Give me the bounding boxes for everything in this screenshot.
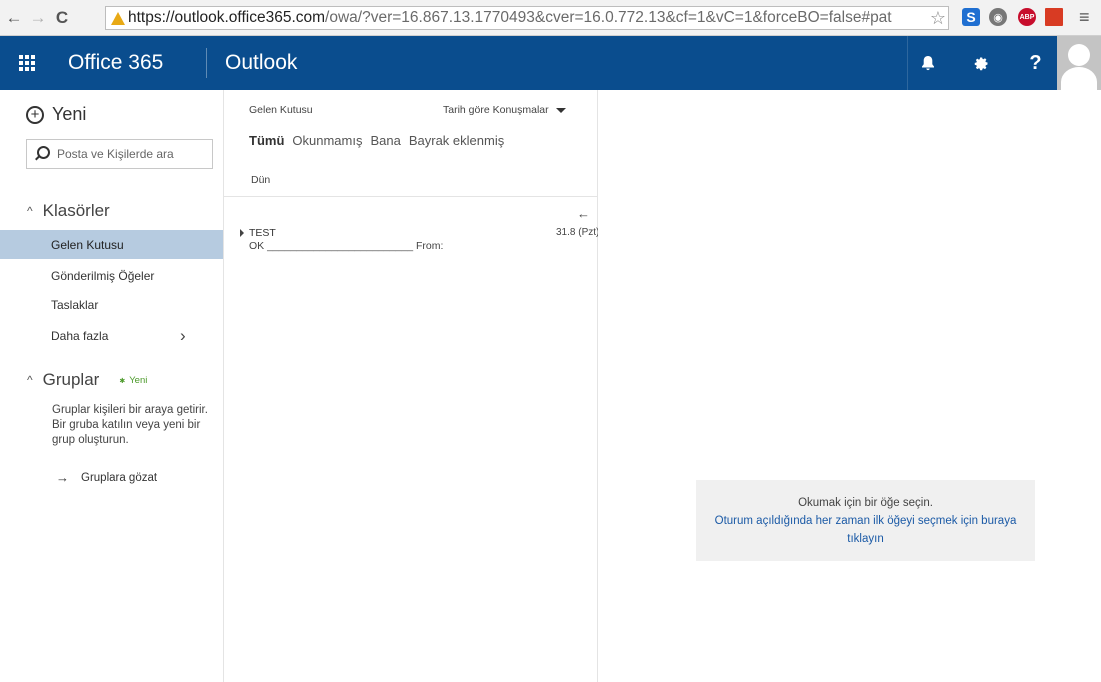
message-date: 31.8 (Pzt) xyxy=(556,227,600,238)
folders-title: Klasörler xyxy=(42,201,110,220)
app-name[interactable]: Outlook xyxy=(207,51,297,75)
extension-globe-icon[interactable]: ◉ xyxy=(989,8,1007,26)
arrow-right-icon: → xyxy=(56,470,69,485)
folders-section-header[interactable]: ^ Klasörler xyxy=(27,201,110,221)
message-subject-text: TEST xyxy=(249,227,276,239)
search-input[interactable]: Posta ve Kişilerde ara xyxy=(26,139,213,169)
warning-icon xyxy=(111,11,125,25)
message-list-pane xyxy=(224,90,598,682)
groups-description: Gruplar kişileri bir araya getirir. Bir … xyxy=(52,404,208,446)
empty-state-text: Okumak için bir öğe seçin. xyxy=(798,497,933,509)
arrow-left-icon[interactable]: ← xyxy=(577,206,590,221)
filter-tabs: Tümü Okunmamış Bana Bayrak eklenmiş xyxy=(249,133,504,148)
filter-all[interactable]: Tümü xyxy=(249,133,284,148)
gear-icon[interactable] xyxy=(962,36,1001,90)
message-subject[interactable]: TEST xyxy=(240,227,276,239)
chevron-up-icon: ^ xyxy=(27,204,33,218)
folder-more-label: Daha fazla xyxy=(51,328,109,343)
message-list-title: Gelen Kutusu xyxy=(249,104,313,116)
reading-pane-empty-state: Okumak için bir öğe seçin. Oturum açıldı… xyxy=(696,480,1035,561)
back-icon[interactable]: ← xyxy=(4,6,24,30)
reading-pane xyxy=(598,90,1101,682)
office-365-brand[interactable]: Office 365 xyxy=(54,51,206,75)
groups-section-header[interactable]: ^ Gruplar Yeni xyxy=(27,370,147,390)
bell-icon[interactable] xyxy=(908,36,947,90)
url-path: /owa/?ver=16.867.13.1770493&cver=16.0.77… xyxy=(325,9,892,26)
filter-unread[interactable]: Okunmamış xyxy=(292,133,362,148)
folder-drafts[interactable]: Taslaklar xyxy=(0,290,223,319)
select-first-item-link[interactable]: Oturum açıldığında her zaman ilk öğeyi s… xyxy=(696,512,1035,548)
plus-circle-icon: + xyxy=(26,105,44,124)
new-message-button[interactable]: + Yeni xyxy=(26,104,86,125)
chevron-up-icon: ^ xyxy=(27,373,33,387)
folder-sent-items[interactable]: Gönderilmiş Öğeler xyxy=(0,261,223,290)
list-divider xyxy=(224,196,597,197)
app-launcher-icon[interactable] xyxy=(0,36,54,90)
groups-title: Gruplar xyxy=(42,370,100,389)
chevron-right-icon: › xyxy=(180,325,186,345)
bookmark-star-icon[interactable]: ☆ xyxy=(930,8,946,29)
avatar[interactable] xyxy=(1057,36,1101,90)
url-host: https://outlook.office365.com xyxy=(128,9,326,26)
reload-icon[interactable]: C xyxy=(52,6,72,30)
forward-icon[interactable]: → xyxy=(28,6,48,30)
folder-more[interactable]: Daha fazla › xyxy=(0,321,223,350)
browse-groups-link[interactable]: → Gruplara gözat xyxy=(56,470,157,485)
expand-triangle-icon[interactable] xyxy=(240,229,244,237)
new-badge: Yeni xyxy=(119,375,147,386)
sort-dropdown[interactable]: Tarih göre Konuşmalar xyxy=(443,104,566,116)
browse-groups-label: Gruplara gözat xyxy=(81,471,158,484)
browser-menu-icon[interactable]: ≡ xyxy=(1079,7,1090,28)
sort-label: Tarih göre Konuşmalar xyxy=(443,104,549,116)
help-icon[interactable]: ? xyxy=(1016,36,1055,90)
filter-to-me[interactable]: Bana xyxy=(370,133,400,148)
extension-bookmark-icon[interactable] xyxy=(1045,8,1063,26)
extension-s-icon[interactable]: S xyxy=(962,8,980,26)
search-placeholder: Posta ve Kişilerde ara xyxy=(57,147,174,161)
caret-down-icon xyxy=(555,107,566,113)
filter-flagged[interactable]: Bayrak eklenmiş xyxy=(409,133,504,148)
address-bar[interactable]: https://outlook.office365.com/owa/?ver=1… xyxy=(105,6,949,30)
message-preview[interactable]: OK _________________________ From: xyxy=(249,240,443,252)
new-message-label: Yeni xyxy=(52,104,87,124)
search-icon xyxy=(33,145,51,163)
adblock-icon[interactable]: ABP xyxy=(1018,8,1036,26)
folder-inbox[interactable]: Gelen Kutusu xyxy=(0,230,223,259)
date-group-header: Dün xyxy=(251,174,271,186)
